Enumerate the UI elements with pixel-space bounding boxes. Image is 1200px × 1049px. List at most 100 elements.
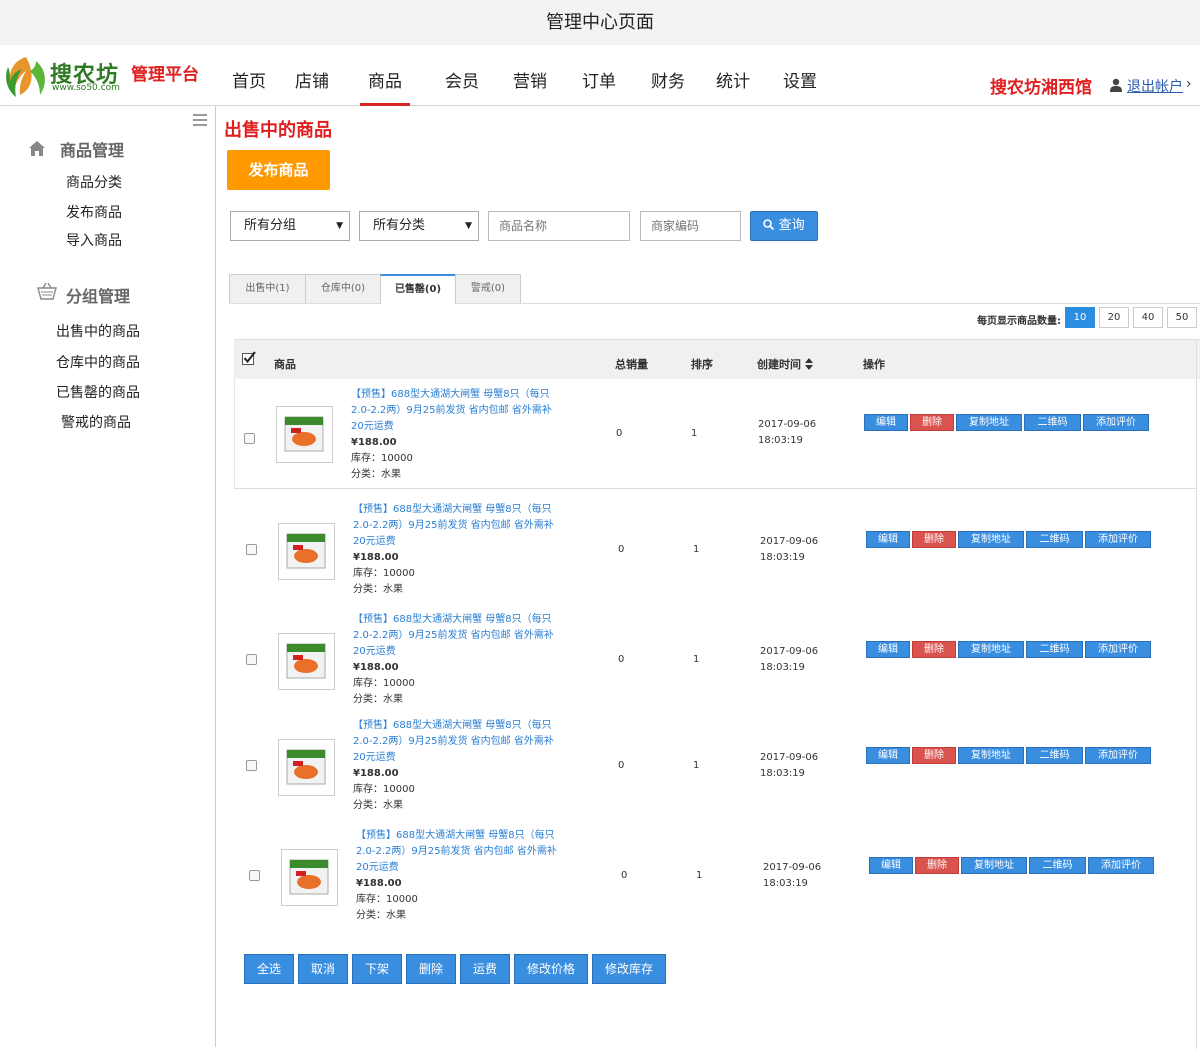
search-button[interactable]: 查询 xyxy=(750,211,818,241)
nav-orders[interactable]: 订单 xyxy=(564,45,634,105)
delete-button[interactable]: 删除 xyxy=(912,747,956,764)
window-title-bar: 管理中心页面 xyxy=(0,0,1200,45)
nav-home[interactable]: 首页 xyxy=(220,45,278,105)
qrcode-button[interactable]: 二维码 xyxy=(1024,414,1081,431)
tab-alert[interactable]: 警戒(0) xyxy=(455,274,521,303)
tab-on-sale[interactable]: 出售中(1) xyxy=(229,274,306,303)
sidebar-item-on-sale[interactable]: 出售中的商品 xyxy=(56,321,140,341)
shipping-fee-button[interactable]: 运费 xyxy=(460,954,510,984)
add-review-button[interactable]: 添加评价 xyxy=(1085,747,1151,764)
product-name-input[interactable] xyxy=(488,211,630,241)
nav-members[interactable]: 会员 xyxy=(428,45,496,105)
per-page-option-40[interactable]: 40 xyxy=(1133,307,1163,328)
sidebar-group-product-management: 商品管理 xyxy=(60,141,125,160)
column-header-sales: 总销量 xyxy=(615,358,648,371)
select-all-button[interactable]: 全选 xyxy=(244,954,294,984)
merchant-code-input[interactable] xyxy=(640,211,741,241)
product-category: 分类：水果 xyxy=(353,800,403,811)
copy-url-button[interactable]: 复制地址 xyxy=(956,414,1022,431)
column-header-created-label: 创建时间 xyxy=(757,358,801,371)
product-stock: 库存：10000 xyxy=(353,568,415,579)
nav-finance[interactable]: 财务 xyxy=(634,45,702,105)
sidebar-item-import[interactable]: 导入商品 xyxy=(66,230,122,250)
sidebar-item-alert[interactable]: 警戒的商品 xyxy=(61,412,131,432)
sidebar-item-sold-out[interactable]: 已售罄的商品 xyxy=(56,382,140,402)
copy-url-button[interactable]: 复制地址 xyxy=(958,531,1024,548)
created-time: 18:03:19 xyxy=(760,768,805,779)
row-checkbox[interactable] xyxy=(249,870,260,881)
sort-icon[interactable] xyxy=(804,358,813,370)
nav-settings[interactable]: 设置 xyxy=(764,45,836,105)
row-checkbox[interactable] xyxy=(246,544,257,555)
category-select[interactable]: 所有分类 ▼ xyxy=(359,211,479,241)
tab-warehouse[interactable]: 仓库中(0) xyxy=(305,274,381,303)
product-name-link[interactable]: 【预售】688型大通湖大闸蟹 母蟹8只（每只2.0-2.2两）9月25前发货 省… xyxy=(351,387,556,435)
edit-button[interactable]: 编辑 xyxy=(866,747,910,764)
add-review-button[interactable]: 添加评价 xyxy=(1085,531,1151,548)
publish-product-button[interactable]: 发布商品 xyxy=(227,150,330,190)
per-page-option-10[interactable]: 10 xyxy=(1065,307,1095,328)
product-sales: 0 xyxy=(618,544,625,555)
unlist-button[interactable]: 下架 xyxy=(352,954,402,984)
sidebar-item-publish[interactable]: 发布商品 xyxy=(66,202,122,222)
cancel-button[interactable]: 取消 xyxy=(298,954,348,984)
product-name-link[interactable]: 【预售】688型大通湖大闸蟹 母蟹8只（每只2.0-2.2两）9月25前发货 省… xyxy=(356,828,561,876)
add-review-button[interactable]: 添加评价 xyxy=(1085,641,1151,658)
edit-price-button[interactable]: 修改价格 xyxy=(514,954,588,984)
edit-stock-button[interactable]: 修改库存 xyxy=(592,954,666,984)
edit-button[interactable]: 编辑 xyxy=(869,857,913,874)
qrcode-button[interactable]: 二维码 xyxy=(1026,531,1083,548)
edit-button[interactable]: 编辑 xyxy=(866,641,910,658)
created-time: 18:03:19 xyxy=(760,662,805,673)
copy-url-button[interactable]: 复制地址 xyxy=(961,857,1027,874)
delete-button[interactable]: 删除 xyxy=(912,641,956,658)
add-review-button[interactable]: 添加评价 xyxy=(1088,857,1154,874)
nav-products[interactable]: 商品 xyxy=(360,45,410,106)
copy-url-button[interactable]: 复制地址 xyxy=(958,747,1024,764)
delete-button[interactable]: 删除 xyxy=(910,414,954,431)
sidebar-item-categories[interactable]: 商品分类 xyxy=(66,172,122,192)
per-page-option-20[interactable]: 20 xyxy=(1099,307,1129,328)
nav-shop[interactable]: 店铺 xyxy=(278,45,346,105)
qrcode-button[interactable]: 二维码 xyxy=(1026,747,1083,764)
edit-button[interactable]: 编辑 xyxy=(866,531,910,548)
row-actions: 编辑 删除 复制地址 二维码 添加评价 xyxy=(869,857,1156,874)
row-checkbox[interactable] xyxy=(244,433,255,444)
qrcode-button[interactable]: 二维码 xyxy=(1029,857,1086,874)
logout-link[interactable]: 退出帐户 xyxy=(1127,76,1183,96)
product-thumbnail[interactable] xyxy=(278,523,335,580)
table-row: 【预售】688型大通湖大闸蟹 母蟹8只（每只2.0-2.2两）9月25前发货 省… xyxy=(237,712,1196,818)
qrcode-button[interactable]: 二维码 xyxy=(1026,641,1083,658)
bulk-delete-button[interactable]: 删除 xyxy=(406,954,456,984)
table-header: 商品 总销量 排序 创建时间 操作 xyxy=(234,339,1200,379)
product-name-link[interactable]: 【预售】688型大通湖大闸蟹 母蟹8只（每只2.0-2.2两）9月25前发货 省… xyxy=(353,718,558,766)
product-thumbnail[interactable] xyxy=(281,849,338,906)
delete-button[interactable]: 删除 xyxy=(912,531,956,548)
nav-marketing[interactable]: 营销 xyxy=(496,45,564,105)
nav-statistics[interactable]: 统计 xyxy=(702,45,764,105)
copy-url-button[interactable]: 复制地址 xyxy=(958,641,1024,658)
product-name-link[interactable]: 【预售】688型大通湖大闸蟹 母蟹8只（每只2.0-2.2两）9月25前发货 省… xyxy=(353,502,558,550)
edit-button[interactable]: 编辑 xyxy=(864,414,908,431)
delete-button[interactable]: 删除 xyxy=(915,857,959,874)
sidebar-item-warehouse[interactable]: 仓库中的商品 xyxy=(56,352,140,372)
tab-sold-out[interactable]: 已售罄(0) xyxy=(380,274,456,304)
leaf-logo-icon[interactable] xyxy=(2,53,50,99)
product-thumbnail[interactable] xyxy=(278,633,335,690)
row-actions: 编辑 删除 复制地址 二维码 添加评价 xyxy=(866,747,1153,764)
row-checkbox[interactable] xyxy=(246,654,257,665)
group-select[interactable]: 所有分组 ▼ xyxy=(230,211,350,241)
column-header-created[interactable]: 创建时间 xyxy=(757,356,813,372)
product-meta: ¥188.00 库存：10000 分类：水果 xyxy=(353,766,415,814)
add-review-button[interactable]: 添加评价 xyxy=(1083,414,1149,431)
product-thumbnail[interactable] xyxy=(278,739,335,796)
row-checkbox[interactable] xyxy=(246,760,257,771)
main-nav: 首页 店铺 商品 会员 营销 订单 财务 统计 设置 xyxy=(220,45,836,106)
per-page-option-50[interactable]: 50 xyxy=(1167,307,1197,328)
product-thumbnail[interactable] xyxy=(276,406,333,463)
product-sales: 0 xyxy=(616,428,623,439)
sidebar: 商品管理 商品分类 发布商品 导入商品 分组管理 出售中的商品 仓库中的商品 已… xyxy=(0,106,216,1047)
product-name-link[interactable]: 【预售】688型大通湖大闸蟹 母蟹8只（每只2.0-2.2两）9月25前发货 省… xyxy=(353,612,558,660)
hamburger-icon[interactable] xyxy=(193,114,207,126)
checkbox-checked-icon[interactable] xyxy=(242,351,256,365)
